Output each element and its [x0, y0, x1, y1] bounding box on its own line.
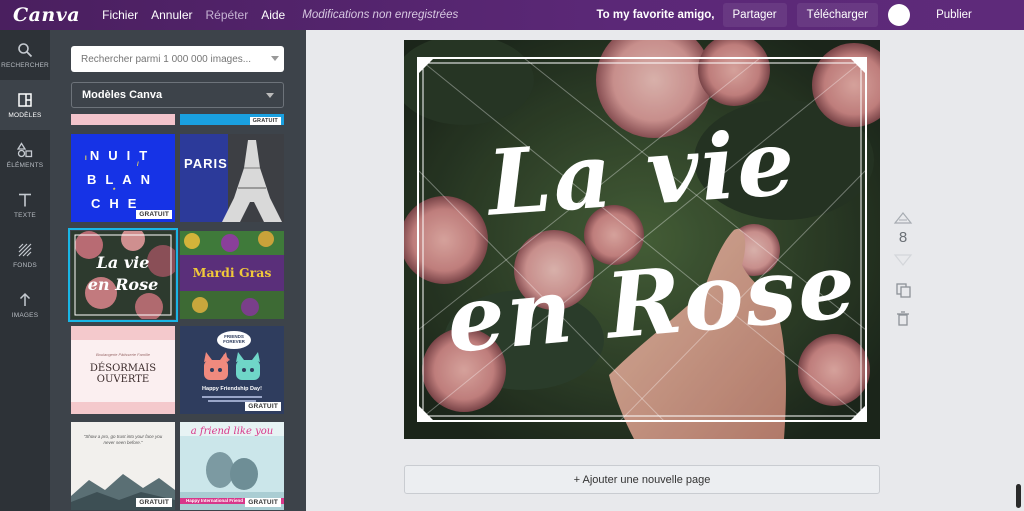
template-thumb-paris[interactable]: PARIS	[180, 134, 284, 222]
rail-label: IMAGES	[11, 312, 39, 319]
rail-elements[interactable]: ÉLÉMENTS	[0, 130, 50, 180]
template-text: CHE	[91, 196, 146, 211]
template-thumb-desormais-ouverte[interactable]: Boulangerie Pâtisserie Famille DÉSORMAIS…	[71, 326, 175, 414]
rail-label: TEXTE	[14, 212, 36, 219]
free-badge: GRATUIT	[249, 117, 281, 125]
template-text: La vie	[96, 253, 150, 272]
template-thumb-partial[interactable]: GRATUIT	[180, 114, 284, 125]
template-thumb-friends-forever[interactable]: FRIENDS FOREVER Happy Friendship Day! GR…	[180, 326, 284, 414]
rail-uploads[interactable]: IMAGES	[0, 280, 50, 330]
free-badge: GRATUIT	[245, 498, 281, 507]
menu-file[interactable]: Fichier	[102, 8, 138, 22]
share-button[interactable]: Partager	[722, 3, 787, 27]
delete-page-icon[interactable]	[893, 310, 913, 326]
chevron-down-icon[interactable]	[271, 56, 279, 61]
scrollbar[interactable]	[1016, 484, 1021, 508]
layout-icon	[18, 93, 32, 107]
template-category-select[interactable]: Modèles Canva	[71, 82, 284, 108]
rail-search[interactable]: RECHERCHER	[0, 30, 50, 80]
template-thumb-a-friend-like-you[interactable]: a friend like you Happy International Fr…	[180, 422, 284, 510]
template-text: Mardi Gras	[192, 265, 272, 280]
text-icon	[19, 193, 31, 207]
avatar[interactable]	[888, 4, 910, 26]
menu-undo[interactable]: Annuler	[151, 8, 192, 22]
free-badge: GRATUIT	[136, 210, 172, 219]
select-value: Modèles Canva	[82, 89, 163, 101]
template-thumb-la-vie-en-rose[interactable]: La vie en Rose	[68, 228, 178, 322]
template-thumb-mardi-gras[interactable]: Mardi Gras	[180, 231, 284, 319]
template-thumb-quote-mountains[interactable]: "Show a pro, go trust into your face you…	[71, 422, 175, 510]
top-bar: Canva Fichier Annuler Répéter Aide Modif…	[0, 0, 1024, 30]
template-text: Happy International Friend	[186, 498, 244, 503]
rail-backgrounds[interactable]: FONDS	[0, 230, 50, 280]
template-text: NUIT	[89, 148, 157, 163]
template-text: Happy Friendship Day!	[202, 386, 262, 392]
template-panel: Modèles Canva GRATUIT I / * NUIT BLAN CH…	[50, 30, 306, 511]
free-badge: GRATUIT	[245, 402, 281, 411]
template-text: BLAN	[86, 172, 160, 187]
shapes-icon	[17, 142, 33, 158]
unsaved-status: Modifications non enregistrées	[302, 9, 459, 21]
side-rail: RECHERCHER MODÈLES ÉLÉMENTS TEXTE FONDS …	[0, 30, 50, 511]
rail-text[interactable]: TEXTE	[0, 180, 50, 230]
pattern-icon	[18, 243, 32, 257]
publish-button[interactable]: Publier	[918, 3, 990, 27]
svg-text:*: *	[113, 188, 116, 194]
template-thumb-partial[interactable]	[71, 114, 175, 125]
template-text: FRIENDS FOREVER	[223, 334, 245, 344]
canva-logo[interactable]: Canva	[13, 4, 80, 26]
rail-label: MODÈLES	[8, 112, 42, 119]
add-page-button[interactable]: + Ajouter une nouvelle page	[404, 465, 880, 494]
menu-help[interactable]: Aide	[261, 8, 285, 22]
search-input[interactable]	[71, 46, 284, 72]
copy-page-icon[interactable]	[893, 282, 913, 298]
design-canvas[interactable]: La vie en Rose	[404, 40, 880, 439]
template-text: "Show a pro, go trust into your face you…	[83, 434, 163, 445]
template-text: Boulangerie Pâtisserie Famille	[95, 352, 151, 357]
move-down-icon[interactable]	[893, 254, 913, 266]
template-text: en Rose	[87, 275, 159, 294]
free-badge: GRATUIT	[136, 498, 172, 507]
rail-label: FONDS	[13, 262, 37, 269]
template-text: a friend like you	[190, 426, 274, 437]
rail-templates[interactable]: MODÈLES	[0, 80, 50, 130]
template-text: DÉSORMAIS OUVERTE	[89, 363, 157, 385]
upload-icon	[19, 292, 31, 306]
rail-label: RECHERCHER	[1, 62, 49, 69]
search-icon	[18, 43, 33, 58]
template-thumb-nuit-blanche[interactable]: I / * NUIT BLAN CHE GRATUIT	[71, 134, 175, 222]
rail-label: ÉLÉMENTS	[6, 162, 44, 169]
chevron-down-icon	[266, 93, 274, 98]
menu-redo[interactable]: Répéter	[206, 8, 249, 22]
move-up-icon[interactable]	[893, 212, 913, 224]
document-title[interactable]: To my favorite amigo,	[597, 9, 715, 21]
download-button[interactable]: Télécharger	[796, 3, 878, 27]
page-number: 8	[898, 229, 908, 246]
eiffel-tower-art	[222, 140, 282, 222]
